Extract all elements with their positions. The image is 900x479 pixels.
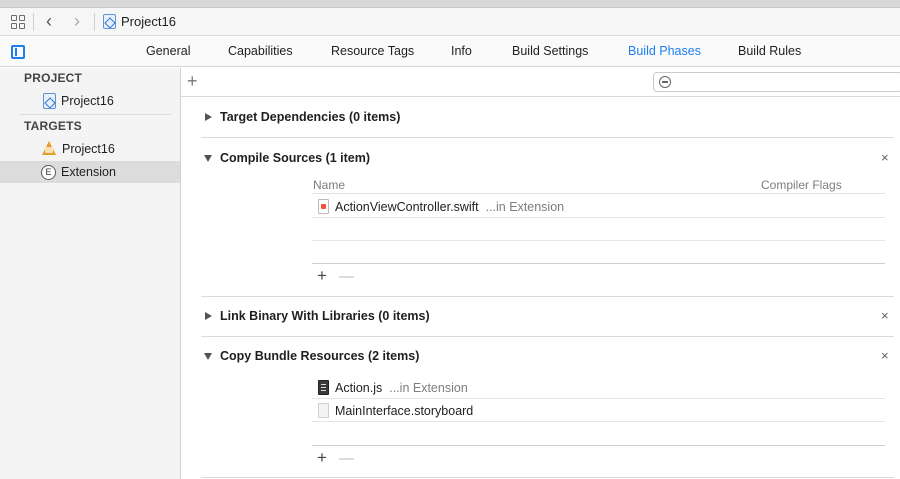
file-name: Action.js <box>335 380 383 395</box>
chevron-left-icon[interactable]: ‹ <box>38 11 60 32</box>
window-top-strip <box>0 0 900 8</box>
phase-separator <box>201 477 894 478</box>
add-file-button[interactable]: + <box>317 266 335 286</box>
disclosure-triangle-icon[interactable] <box>205 113 212 121</box>
related-items-grid-icon[interactable] <box>11 14 25 29</box>
table-row-empty <box>312 219 885 241</box>
phase-title: Link Binary With Libraries (0 items) <box>220 309 430 323</box>
phase-title: Copy Bundle Resources (2 items) <box>220 349 420 363</box>
file-location: ...in Extension <box>389 380 468 395</box>
tab-info[interactable]: Info <box>451 44 472 58</box>
jump-bar-separator <box>33 12 34 31</box>
sidebar-item-project[interactable]: Project16 <box>0 90 180 112</box>
close-icon[interactable]: × <box>881 348 889 363</box>
chevron-right-icon[interactable]: › <box>66 11 88 32</box>
phase-header-compile-sources[interactable]: Compile Sources (1 item) <box>201 148 900 168</box>
tab-capabilities[interactable]: Capabilities <box>228 44 293 58</box>
phase-header-copy-bundle-resources[interactable]: Copy Bundle Resources (2 items) <box>201 346 900 366</box>
javascript-file-icon <box>318 380 329 395</box>
sidebar-divider <box>20 114 171 115</box>
disclosure-triangle-icon[interactable] <box>205 312 212 320</box>
jump-bar-separator <box>94 12 95 31</box>
disclosure-triangle-icon[interactable] <box>204 352 212 360</box>
remove-file-button[interactable]: — <box>339 268 354 285</box>
file-name: MainInterface.storyboard <box>335 403 474 418</box>
column-header-compiler-flags[interactable]: Compiler Flags <box>761 178 842 192</box>
app-target-icon <box>41 141 57 157</box>
tab-build-settings[interactable]: Build Settings <box>512 44 588 58</box>
add-file-button[interactable]: + <box>317 448 335 468</box>
phase-header-link-binary[interactable]: Link Binary With Libraries (0 items) <box>201 306 900 326</box>
table-row[interactable]: ActionViewController.swift ...in Extensi… <box>312 196 885 218</box>
file-name: ActionViewController.swift <box>335 199 479 214</box>
phase-separator <box>201 296 894 297</box>
xcode-project-icon <box>43 93 56 109</box>
table-bottom-border <box>312 263 885 264</box>
sidebar-toggle-icon[interactable] <box>11 45 25 59</box>
phase-title: Target Dependencies (0 items) <box>220 110 401 124</box>
remove-file-button[interactable]: — <box>339 450 354 467</box>
table-header: Name Compiler Flags <box>312 176 885 194</box>
sidebar-item-label: Extension <box>61 165 116 179</box>
table-controls: + — <box>317 448 354 468</box>
close-icon[interactable]: × <box>881 150 889 165</box>
swift-file-icon <box>318 199 329 214</box>
breadcrumb-project[interactable]: Project16 <box>121 14 176 29</box>
table-row[interactable]: Action.js ...in Extension <box>312 377 885 399</box>
phase-separator <box>201 137 894 138</box>
add-build-phase-button[interactable]: + <box>187 71 198 92</box>
tab-general[interactable]: General <box>146 44 190 58</box>
tab-resource-tags[interactable]: Resource Tags <box>331 44 414 58</box>
xcode-project-icon <box>103 14 116 29</box>
close-icon[interactable]: × <box>881 308 889 323</box>
targets-section-header: TARGETS <box>24 119 82 133</box>
phases-toolbar: + <box>181 68 900 97</box>
sidebar-item-label: Project16 <box>62 142 115 156</box>
phase-separator <box>201 336 894 337</box>
disclosure-triangle-icon[interactable] <box>204 154 212 162</box>
editor-tab-bar: General Capabilities Resource Tags Info … <box>0 37 900 67</box>
sidebar-item-target-extension[interactable]: E Extension <box>0 161 180 183</box>
table-row[interactable]: MainInterface.storyboard <box>312 400 885 422</box>
column-header-name[interactable]: Name <box>313 178 345 192</box>
project-section-header: PROJECT <box>24 71 83 85</box>
project-target-sidebar: PROJECT Project16 TARGETS Project16 E Ex… <box>0 68 181 479</box>
table-controls: + — <box>317 266 354 286</box>
sidebar-item-target-project16[interactable]: Project16 <box>0 138 180 160</box>
tab-build-rules[interactable]: Build Rules <box>738 44 801 58</box>
extension-target-icon: E <box>41 164 56 180</box>
phase-filter-field[interactable] <box>653 72 900 92</box>
file-location: ...in Extension <box>485 199 565 214</box>
sidebar-item-label: Project16 <box>61 94 114 108</box>
phase-header-target-dependencies[interactable]: Target Dependencies (0 items) <box>201 107 900 127</box>
tab-build-phases[interactable]: Build Phases <box>628 44 701 58</box>
jump-bar: ‹ › Project16 <box>0 8 900 36</box>
build-phases-editor: + Target Dependencies (0 items) Compile … <box>181 68 900 479</box>
phase-title: Compile Sources (1 item) <box>220 151 371 165</box>
filter-icon <box>659 76 671 88</box>
table-bottom-border <box>312 445 885 446</box>
storyboard-file-icon <box>318 403 329 418</box>
